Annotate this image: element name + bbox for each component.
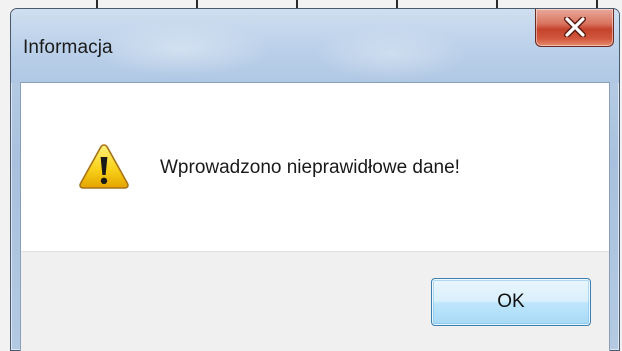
close-button[interactable] <box>535 9 614 47</box>
message-text: Wprowadzono nieprawidłowe dane! <box>160 157 460 178</box>
message-dialog: Informacja Wprowadzono nieprawidłowe dan… <box>10 8 620 351</box>
button-bar: OK <box>21 251 609 351</box>
close-icon <box>564 17 586 37</box>
message-area: Wprowadzono nieprawidłowe dane! <box>21 83 609 251</box>
warning-icon <box>79 144 129 189</box>
titlebar[interactable]: Informacja <box>11 9 619 83</box>
ok-button[interactable]: OK <box>431 278 591 326</box>
window-title: Informacja <box>23 37 113 58</box>
screen: Informacja Wprowadzono nieprawidłowe dan… <box>0 0 622 351</box>
dialog-body: Wprowadzono nieprawidłowe dane! OK <box>20 82 610 351</box>
